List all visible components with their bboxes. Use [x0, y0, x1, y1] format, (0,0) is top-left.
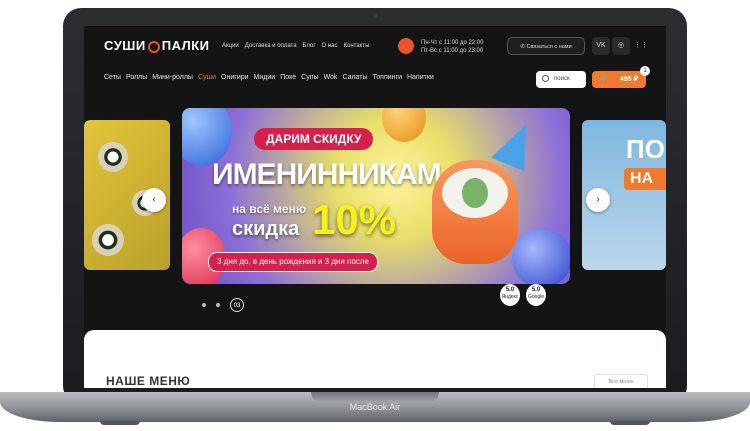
category-onigiri[interactable]: Онигири — [221, 74, 249, 81]
top-nav-about[interactable]: О нас — [322, 43, 338, 49]
website-screen: СУШИ ПАЛКИ Акции Доставка и оплата Блог О… — [84, 26, 666, 388]
balloon-image — [382, 108, 426, 142]
slide-preview-text: ПО — [626, 134, 665, 164]
rating-badge-yandex[interactable]: 5.0 Яндекс — [500, 284, 520, 306]
hours-weekdays: Пн-Чт с 11:00 до 22:00 — [421, 40, 484, 46]
cart-total: 495 ₽ — [619, 76, 638, 83]
banner-tag: ДАРИМ СКИДКУ — [254, 128, 374, 150]
search-icon — [542, 75, 549, 82]
sushi-roll-image — [432, 160, 518, 264]
rating-badge-google[interactable]: 5.0 Google — [526, 284, 546, 306]
hours-weekend: Пт-Вс с 11:00 до 23:00 — [421, 48, 484, 54]
menu-section-title: НАШЕ МЕНЮ — [106, 374, 191, 388]
sushi-image — [98, 142, 128, 172]
search-button[interactable]: поиск — [536, 71, 586, 88]
menu-section: НАШЕ МЕНЮ Все меню — [84, 330, 666, 388]
banner-discount: 10% — [312, 196, 397, 243]
laptop-foot — [100, 421, 140, 425]
camera-icon — [373, 14, 377, 18]
category-toppings[interactable]: Топпинги — [373, 74, 402, 81]
sushi-image — [92, 224, 124, 256]
category-salads[interactable]: Салаты — [342, 74, 367, 81]
top-nav-blog[interactable]: Блог — [303, 43, 316, 49]
filling-image — [462, 178, 488, 208]
promo-banner[interactable]: ДАРИМ СКИДКУ ИМЕНИННИКАМ на всё меню ски… — [182, 108, 570, 284]
category-sets[interactable]: Сеты — [104, 74, 121, 81]
contact-button-label: Связаться с нами — [526, 44, 572, 50]
chopsticks-logo-icon — [147, 41, 160, 53]
grid-menu-icon[interactable]: ⋮⋮ — [632, 37, 650, 55]
cart-count-badge: 1 — [640, 66, 650, 76]
working-hours: Пн-Чт с 11:00 до 22:00 Пт-Вс с 11:00 до … — [421, 39, 483, 55]
banner-headline: ИМЕНИННИКАМ — [212, 158, 442, 191]
balloon-image — [512, 228, 570, 284]
contact-button[interactable]: ✆ Связаться с нами — [507, 37, 585, 55]
banner-line2: скидка — [232, 218, 300, 240]
all-menu-button[interactable]: Все меню — [594, 374, 648, 388]
logo-text-left: СУШИ — [104, 38, 146, 53]
site-header: СУШИ ПАЛКИ Акции Доставка и оплата Блог О… — [84, 26, 666, 66]
vk-label: VK — [596, 42, 606, 49]
logo[interactable]: СУШИ ПАЛКИ — [104, 38, 210, 53]
rating-source: Яндекс — [501, 294, 519, 300]
top-nav: Акции Доставка и оплата Блог О нас Конта… — [222, 43, 369, 49]
top-nav-delivery[interactable]: Доставка и оплата — [245, 43, 297, 49]
cart-icon: 🛒 — [600, 76, 609, 83]
category-rolls[interactable]: Роллы — [126, 74, 147, 81]
slider-pagination: 03 — [202, 298, 244, 312]
rating-score: 5.0 — [505, 287, 515, 293]
instagram-icon[interactable]: ◎ — [612, 37, 630, 55]
slide-preview-tag: НА — [624, 168, 666, 190]
category-mussels[interactable]: Мидии — [254, 74, 276, 81]
laptop-foot — [610, 421, 650, 425]
cart-button[interactable]: 🛒 495 ₽ — [592, 71, 646, 88]
top-nav-promotions[interactable]: Акции — [222, 43, 239, 49]
category-drinks[interactable]: Напитки — [407, 74, 434, 81]
chevron-left-icon: ‹ — [152, 194, 156, 205]
category-sushi[interactable]: Суши — [198, 74, 216, 81]
search-label: поиск — [554, 76, 570, 82]
top-nav-contacts[interactable]: Контакты — [344, 43, 370, 49]
laptop-notch — [311, 392, 439, 402]
category-soups[interactable]: Супы — [301, 74, 318, 81]
category-nav: Сеты Роллы Мини-роллы Суши Онигири Мидии… — [104, 74, 434, 81]
banner-line1: на всё меню — [232, 202, 307, 216]
category-wok[interactable]: Wok — [324, 74, 338, 81]
laptop-model-label: MacBook Air — [349, 402, 401, 412]
pagination-dot[interactable] — [202, 303, 206, 307]
category-mini-rolls[interactable]: Мини-роллы — [152, 74, 193, 81]
banner-footnote: 3 дня до, в день рождения и 3 дня после — [208, 252, 378, 272]
rating-source: Google — [527, 294, 545, 300]
vk-icon[interactable]: VK — [592, 37, 610, 55]
slider-next-button[interactable]: › — [586, 188, 610, 212]
clock-icon — [398, 38, 414, 54]
pagination-current[interactable]: 03 — [230, 298, 244, 312]
chevron-right-icon: › — [596, 194, 600, 205]
pagination-dot[interactable] — [216, 303, 220, 307]
logo-text-right: ПАЛКИ — [161, 38, 210, 53]
category-poke[interactable]: Поке — [280, 74, 296, 81]
party-hat-image — [491, 116, 541, 172]
rating-score: 5.0 — [531, 287, 541, 293]
slider-prev-button[interactable]: ‹ — [142, 188, 166, 212]
